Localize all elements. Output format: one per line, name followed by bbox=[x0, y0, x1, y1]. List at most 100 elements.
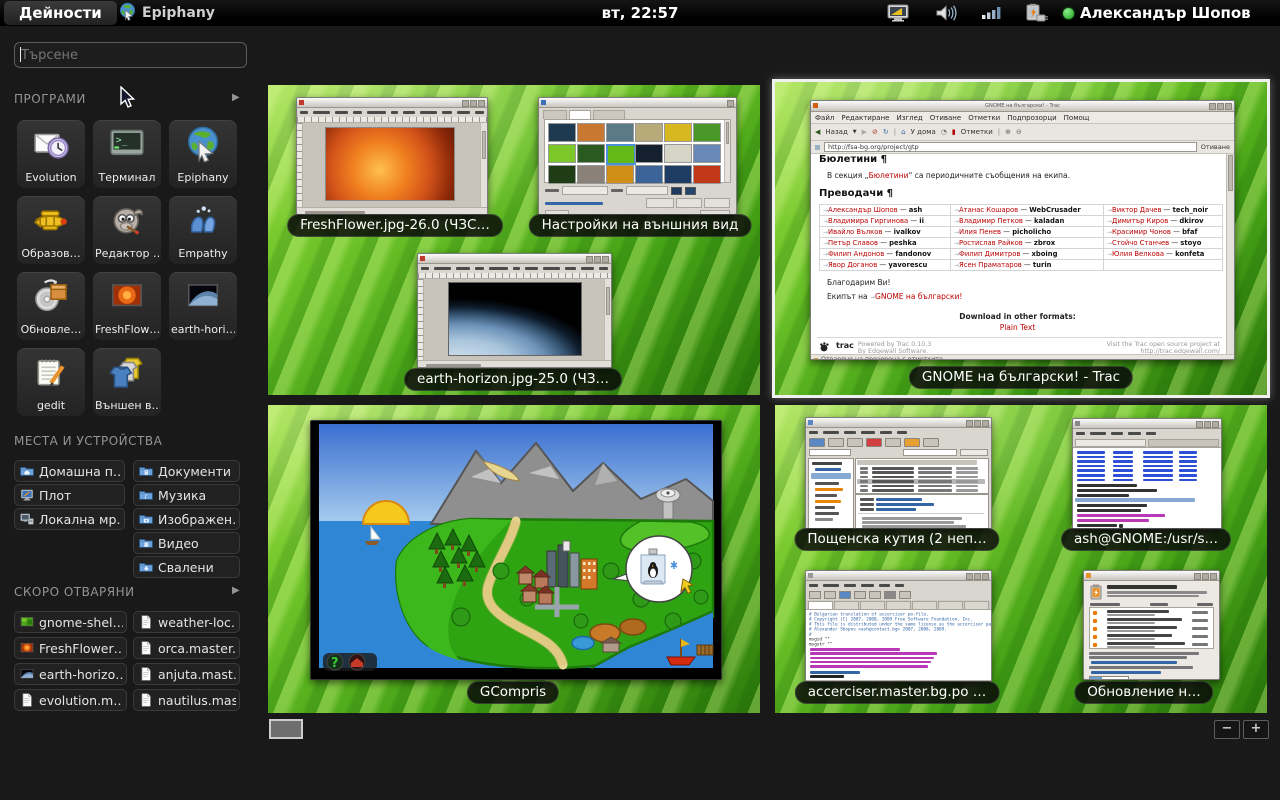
network-icon[interactable] bbox=[980, 3, 1004, 23]
recent-item-thumb-earth[interactable]: earth-horizo… bbox=[14, 663, 127, 685]
menu-item[interactable]: Файл bbox=[815, 114, 834, 122]
recent-item-doc[interactable]: nautilus.mas… bbox=[133, 689, 240, 711]
recent-item-doc[interactable]: anjuta.mast… bbox=[133, 663, 240, 685]
wallpaper-thumbnail[interactable] bbox=[664, 123, 692, 142]
translator-link[interactable]: Александър Шопов bbox=[828, 206, 898, 214]
wallpaper-thumbnail[interactable] bbox=[606, 165, 634, 184]
recent-item-doc[interactable]: orca.master.… bbox=[133, 637, 240, 659]
place-item-folder-music[interactable]: ♪Музика bbox=[133, 484, 240, 506]
browser-toolbar[interactable]: ◀Назад▼ ▶ ⊘ ↻ | ⌂У дома ◔ ▮Отметки | ⊕⊖ bbox=[811, 124, 1234, 141]
app-tile-empathy[interactable]: Empathy bbox=[169, 196, 237, 264]
menu-item[interactable]: Изглед bbox=[896, 114, 922, 122]
window-appearance[interactable] bbox=[538, 97, 737, 215]
translator-link[interactable]: Владимира Гиргинова bbox=[828, 217, 908, 225]
workspace-4[interactable]: Пощенска кутия (2 неп… ash@GNOME:/usr/s…… bbox=[775, 405, 1267, 713]
recent-item-doc[interactable]: weather-loc… bbox=[133, 611, 240, 633]
wallpaper-thumbnail[interactable] bbox=[577, 144, 605, 163]
wallpaper-thumbnail[interactable] bbox=[548, 144, 576, 163]
translator-link[interactable]: Красимир Чонов bbox=[1112, 228, 1171, 236]
browser-addressbar[interactable]: http://fsa-bg.org/project/gtp Отиване bbox=[811, 141, 1234, 154]
app-tile-gedit[interactable]: gedit bbox=[17, 348, 85, 416]
translator-link[interactable]: Владимир Петков bbox=[959, 217, 1023, 225]
window-gedit[interactable]: # Bulgarian translation of accerciser po… bbox=[805, 570, 992, 682]
app-tile-plane[interactable]: Образов… bbox=[17, 196, 85, 264]
translator-link[interactable]: Ясен Праматаров bbox=[959, 261, 1022, 269]
place-item-desktop[interactable]: Плот bbox=[14, 484, 125, 506]
wallpaper-thumbnail[interactable] bbox=[577, 123, 605, 142]
wallpaper-thumbnail[interactable] bbox=[548, 123, 576, 142]
place-item-folder-video[interactable]: Видео bbox=[133, 532, 240, 554]
app-tile-gimp[interactable]: Редактор … bbox=[93, 196, 161, 264]
place-item-folder-down[interactable]: Свалени bbox=[133, 556, 240, 578]
translator-link[interactable]: Петър Славов bbox=[828, 239, 878, 247]
wallpaper-thumbnail[interactable] bbox=[664, 144, 692, 163]
window-terminal[interactable] bbox=[1072, 418, 1222, 530]
wallpaper-thumbnail[interactable] bbox=[548, 165, 576, 184]
search-input[interactable] bbox=[14, 42, 247, 68]
translator-link[interactable]: Виктор Дачев bbox=[1112, 206, 1161, 214]
user-menu[interactable]: Александър Шопов bbox=[1080, 0, 1251, 26]
url-field[interactable]: http://fsa-bg.org/project/gtp bbox=[824, 142, 1197, 152]
workspace-2-active[interactable]: GNOME на български! - Trac ФайлРедактира… bbox=[772, 79, 1270, 398]
place-item-folder-doc[interactable]: Документи bbox=[133, 460, 240, 482]
recent-item-thumb-green[interactable]: gnome-shel… bbox=[14, 611, 127, 633]
place-item-folder-image[interactable]: Изображен… bbox=[133, 508, 240, 530]
window-gcompris[interactable]: ? bbox=[310, 420, 722, 680]
battery-icon[interactable] bbox=[1023, 3, 1047, 23]
browser-menubar[interactable]: Файл Редактиране Изглед Отиване Отметки Подпр… bbox=[811, 112, 1234, 124]
wallpaper-thumbnail[interactable] bbox=[606, 144, 636, 165]
window-epiphany-trac[interactable]: GNOME на български! - Trac ФайлРедактира… bbox=[810, 100, 1235, 360]
volume-icon[interactable] bbox=[934, 3, 958, 23]
app-tile-thumb-earth[interactable]: earth-hori… bbox=[169, 272, 237, 340]
plain-text-link[interactable]: Plain Text bbox=[811, 323, 1224, 332]
wallpaper-thumbnail[interactable] bbox=[635, 144, 663, 163]
wallpaper-thumbnail[interactable] bbox=[577, 165, 605, 184]
translator-link[interactable]: Явор Доганов bbox=[828, 261, 877, 269]
place-item-folder-home[interactable]: Домашна п… bbox=[14, 460, 125, 482]
window-gimp-earth[interactable] bbox=[417, 253, 612, 368]
translator-link[interactable]: Димитър Киров bbox=[1112, 217, 1168, 225]
translator-link[interactable]: Илия Пенев bbox=[959, 228, 1001, 236]
workspace-3[interactable]: ? GCompris bbox=[268, 405, 760, 713]
wallpaper-thumbnail[interactable] bbox=[693, 123, 721, 142]
translator-link[interactable]: Ростислав Райков bbox=[959, 239, 1023, 247]
wallpaper-thumbnail[interactable] bbox=[635, 165, 663, 184]
wallpaper-thumbnail[interactable] bbox=[693, 144, 721, 163]
workspace-1[interactable]: FreshFlower.jpg-26.0 (ЧЗС… bbox=[268, 85, 760, 395]
app-tile-thumb-orange[interactable]: FreshFlow… bbox=[93, 272, 161, 340]
window-gimp-freshflower[interactable] bbox=[296, 97, 488, 215]
place-item-network-pc[interactable]: Локална мр… bbox=[14, 508, 125, 530]
app-tile-globe[interactable]: Epiphany bbox=[169, 120, 237, 188]
wallpaper-thumbnail[interactable] bbox=[693, 165, 721, 184]
translator-link[interactable]: Филип Андонов bbox=[828, 250, 884, 258]
menu-item[interactable]: Подпрозорци bbox=[1007, 114, 1056, 122]
clock[interactable]: вт, 22:57 bbox=[602, 0, 679, 26]
programs-expander-icon[interactable]: ▶ bbox=[232, 92, 240, 103]
recent-item-thumb-orange[interactable]: FreshFlower… bbox=[14, 637, 127, 659]
menu-item[interactable]: Отметки bbox=[968, 114, 1000, 122]
workspace-indicator[interactable] bbox=[269, 719, 303, 739]
window-evolution-mail[interactable] bbox=[805, 417, 992, 529]
activities-button[interactable]: Дейности bbox=[4, 1, 117, 25]
go-button[interactable]: Отиване bbox=[1201, 143, 1230, 151]
translator-link[interactable]: Филип Димитров bbox=[959, 250, 1020, 258]
menu-item[interactable]: Редактиране bbox=[841, 114, 889, 122]
wallpaper-thumbnail[interactable] bbox=[635, 123, 663, 142]
app-tile-shirts[interactable]: Външен в… bbox=[93, 348, 161, 416]
app-tile-updates[interactable]: Обновле… bbox=[17, 272, 85, 340]
add-workspace-button[interactable]: + bbox=[1243, 720, 1269, 739]
translator-link[interactable]: Ивайло Вълков bbox=[828, 228, 882, 236]
translator-link[interactable]: Стойчо Станчев bbox=[1112, 239, 1169, 247]
wallpaper-thumbnail[interactable] bbox=[664, 165, 692, 184]
window-update-manager[interactable] bbox=[1083, 570, 1220, 680]
wallpaper-thumbnail[interactable] bbox=[606, 123, 634, 142]
app-menu[interactable]: Epiphany bbox=[118, 0, 215, 26]
app-tile-terminal[interactable]: >_Терминал bbox=[93, 120, 161, 188]
translator-link[interactable]: Атанас Кошаров bbox=[959, 206, 1018, 214]
translator-link[interactable]: Юлия Велкова bbox=[1112, 250, 1164, 258]
app-tile-evolution[interactable]: Evolution bbox=[17, 120, 85, 188]
menu-item[interactable]: Отиване bbox=[930, 114, 961, 122]
recent-expander-icon[interactable]: ▶ bbox=[232, 585, 240, 596]
menu-item[interactable]: Помощ bbox=[1064, 114, 1090, 122]
display-icon[interactable] bbox=[886, 3, 910, 23]
